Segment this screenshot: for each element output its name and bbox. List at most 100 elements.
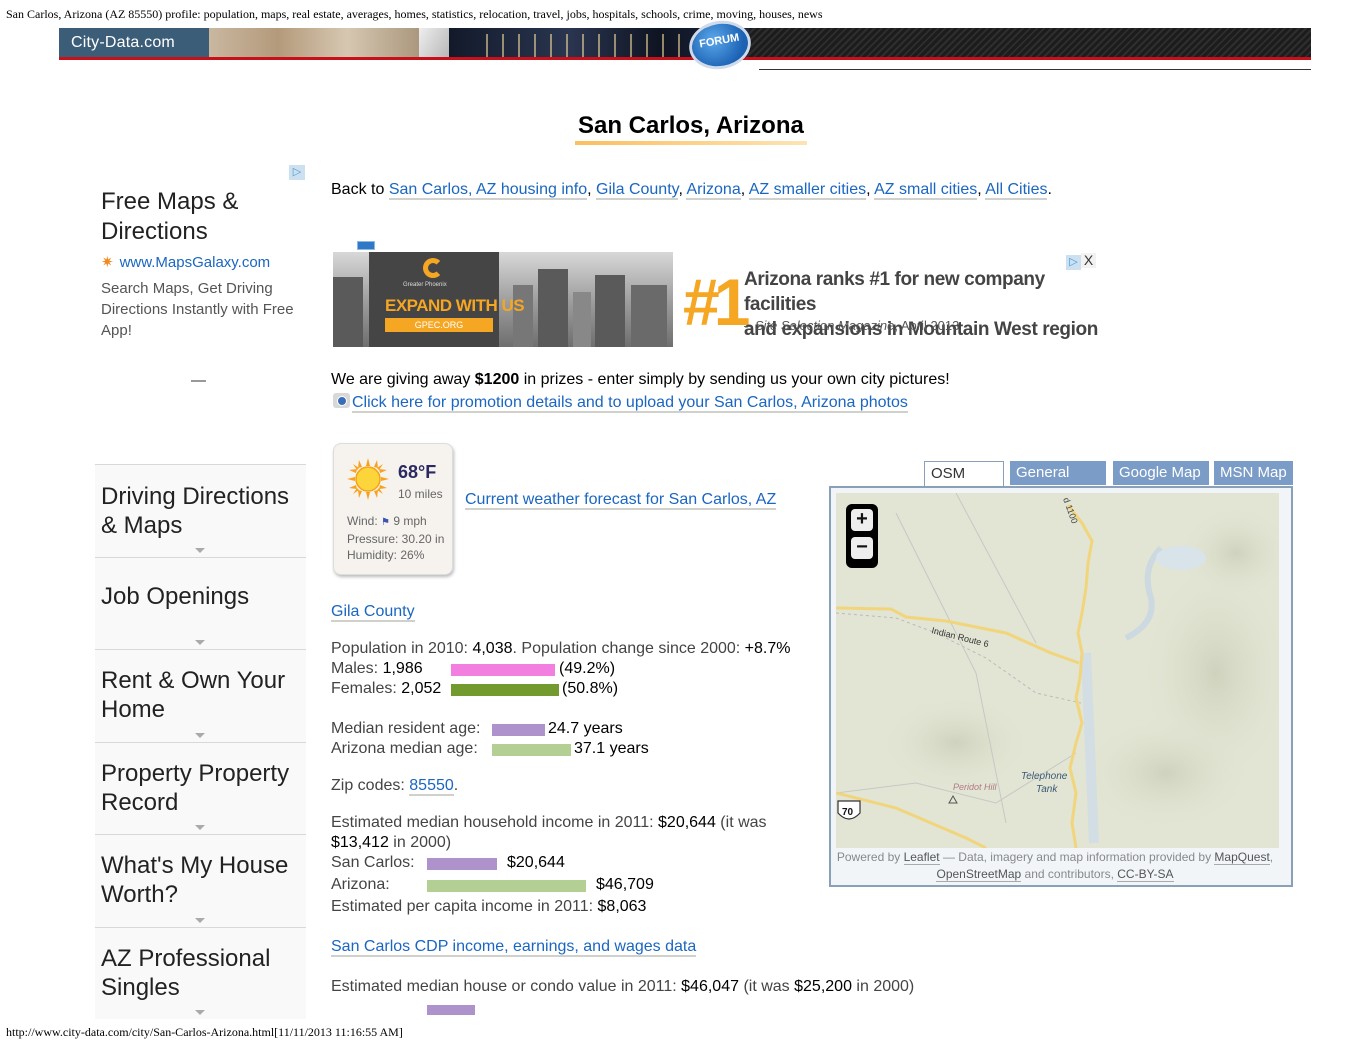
map-terrain [1076, 713, 1256, 833]
females-percent: (50.8%) [562, 680, 619, 697]
ad-left-url[interactable]: ✷ www.MapsGalaxy.com [101, 253, 270, 271]
sidebar-item-label: Property Property Record [101, 760, 290, 816]
county-link[interactable]: Gila County [331, 603, 415, 622]
weather-widget[interactable]: 68°F 10 miles Wind: ⚑ 9 mph Pressure: 30… [333, 443, 453, 575]
tab-msn-map[interactable]: MSN Map [1214, 461, 1293, 485]
chevron-down-icon [195, 733, 205, 738]
ad-left-title[interactable]: Free Maps & Directions [101, 187, 271, 247]
sidebar-item-house-worth[interactable]: What's My House Worth? [95, 834, 306, 927]
attrib-comma: , [1269, 850, 1274, 864]
ad-building [538, 269, 568, 347]
income-label: Estimated median household income in 201… [331, 814, 659, 831]
ad-left-description: Search Maps, Get Driving Directions Inst… [101, 280, 294, 339]
camera-icon [333, 393, 350, 408]
ad-cta-button[interactable]: GPEC.ORG [385, 318, 493, 332]
promo-amount: $1200 [474, 371, 520, 388]
zip-row: Zip codes: 85550. [331, 776, 790, 796]
sidebar-item-professional-singles[interactable]: AZ Professional Singles [95, 927, 306, 1019]
wind-direction-icon: ⚑ [381, 517, 390, 528]
ad-left-url-text[interactable]: www.MapsGalaxy.com [120, 254, 271, 271]
median-age-row: Median resident age: 24.7 years [331, 719, 790, 739]
ad-left-dash: — [191, 372, 206, 389]
median-age-bar [492, 724, 545, 736]
females-value: 2,052 [401, 680, 442, 697]
income-state-bar [427, 880, 586, 892]
income-local-label: San Carlos: [331, 854, 415, 871]
promo-text-before: We are giving away [331, 371, 475, 388]
mapquest-link[interactable]: MapQuest [1214, 850, 1270, 865]
zoom-out-button[interactable]: − [851, 537, 873, 559]
map-canvas[interactable]: d 1100 Indian Route 6 Peridot Hill Telep… [836, 493, 1279, 848]
link-arizona[interactable]: Arizona [686, 181, 741, 200]
house-value-was-label: (it was [739, 978, 795, 995]
tab-general-map[interactable]: General Map [1010, 461, 1106, 505]
chevron-down-icon [195, 548, 205, 553]
per-capita-label: Estimated per capita income in 2011: [331, 898, 598, 915]
females-bar [451, 684, 559, 696]
breadcrumb: Back to San Carlos, AZ housing info, Gil… [331, 181, 1052, 200]
ad-text-line1: Arizona ranks #1 for new company facilit… [744, 269, 1045, 315]
banner-stripes [749, 28, 1311, 60]
link-az-small-cities[interactable]: AZ small cities [874, 181, 978, 200]
promo-upload-link[interactable]: Click here for promotion details and to … [352, 394, 908, 413]
weather-wind: Wind: ⚑ 9 mph [347, 513, 444, 531]
link-az-smaller-cities[interactable]: AZ smaller cities [748, 181, 867, 200]
sidebar-item-label: What's My House Worth? [101, 852, 289, 908]
map-zoom-control: + − [846, 504, 878, 568]
population-row: Population in 2010: 4,038. Population ch… [331, 639, 790, 659]
state-age-label: Arizona median age: [331, 740, 478, 757]
banner-red-line [59, 57, 1311, 60]
zip-link[interactable]: 85550 [409, 777, 454, 796]
wind-value: 9 mph [393, 514, 427, 528]
state-age-bar [492, 744, 571, 756]
females-row: Females: 2,052 (50.8%) [331, 679, 790, 699]
ad-left-title-text[interactable]: Free Maps & Directions [101, 187, 271, 247]
cdp-income-link[interactable]: San Carlos CDP income, earnings, and wag… [331, 938, 697, 957]
license-link[interactable]: CC-BY-SA [1117, 867, 1174, 882]
county-link-row: Gila County [331, 603, 415, 622]
chevron-down-icon [195, 640, 205, 645]
site-logo[interactable]: City-Data.com [71, 34, 175, 52]
males-value: 1,986 [382, 660, 423, 677]
ad-controls: ▷ X [1066, 252, 1100, 270]
sidebar-item-rent-own[interactable]: Rent & Own Your Home [95, 649, 306, 742]
weather-forecast-link[interactable]: Current weather forecast for San Carlos,… [465, 491, 777, 510]
link-gila-county[interactable]: Gila County [596, 181, 679, 200]
gpec-logo-icon [423, 258, 443, 278]
income-local-value: $20,644 [507, 854, 565, 871]
banner-ad[interactable]: Greater Phoenix EXPAND WITH US GPEC.ORG … [333, 252, 1100, 347]
leaflet-link[interactable]: Leaflet [903, 850, 940, 865]
link-all-cities[interactable]: All Cities [985, 181, 1048, 200]
adchoices-icon[interactable]: ▷ [1066, 255, 1081, 270]
map-tiles: d 1100 Indian Route 6 Peridot Hill Telep… [836, 493, 1279, 848]
map-terrain [876, 693, 1036, 793]
map-shield-label: 70 [842, 807, 854, 818]
link-housing-info[interactable]: San Carlos, AZ housing info [388, 181, 588, 200]
print-header: San Carlos, Arizona (AZ 85550) profile: … [6, 7, 823, 21]
tab-google-map[interactable]: Google Map [1113, 461, 1209, 485]
population-change-label: . Population change since 2000: [512, 640, 745, 657]
adchoices-icon[interactable]: ▷ [289, 165, 305, 180]
close-icon[interactable]: X [1081, 253, 1096, 268]
sidebar-item-driving-directions[interactable]: Driving Directions & Maps [95, 464, 306, 557]
state-age-row: Arizona median age: 37.1 years [331, 739, 790, 759]
sidebar-item-job-openings[interactable]: Job Openings [95, 557, 306, 649]
weather-pressure: Pressure: 30.20 in [347, 532, 445, 546]
income-local-bar [427, 858, 497, 870]
osm-link[interactable]: OpenStreetMap [936, 867, 1022, 882]
zip-label: Zip codes: [331, 777, 410, 794]
site-banner[interactable]: City-Data.com [59, 28, 1311, 60]
ad-info-icon[interactable] [357, 241, 375, 250]
page-title: San Carlos, Arizona [575, 112, 807, 145]
map-label-tank: Tank [1036, 784, 1058, 795]
sidebar-item-property-record[interactable]: Property Property Record [95, 742, 306, 834]
population-label: Population in 2010: [331, 640, 473, 657]
ad-building [513, 285, 533, 347]
males-percent: (49.2%) [559, 660, 616, 677]
sidebar-links: Driving Directions & Maps Job Openings R… [95, 464, 306, 1019]
tab-osm-map[interactable]: OSM Map [924, 461, 1004, 506]
zoom-in-button[interactable]: + [851, 509, 873, 531]
income-value: $20,644 [658, 814, 716, 831]
